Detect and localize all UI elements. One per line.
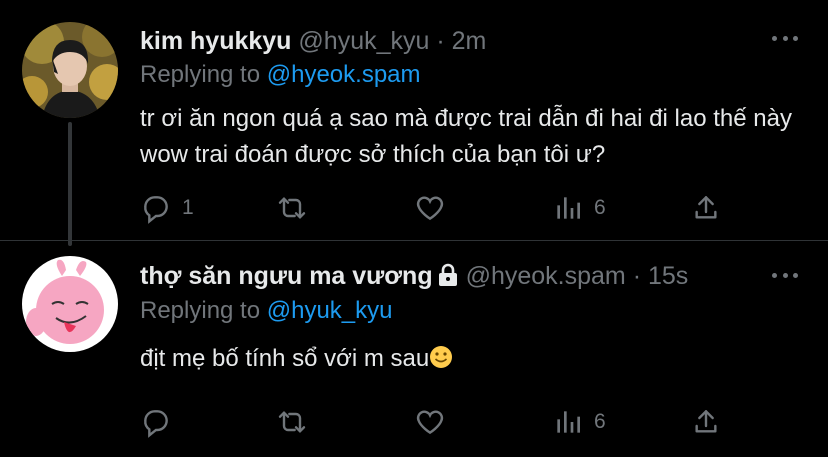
reply-icon: [144, 410, 168, 438]
tweet-header: thợ săn ngưu ma vương @hyeok.spam · 15s: [140, 262, 688, 294]
replying-to: Replying to @hyuk_kyu: [140, 297, 393, 325]
avatar[interactable]: [22, 256, 118, 352]
more-icon[interactable]: [772, 270, 798, 280]
view-count: 6: [594, 196, 606, 219]
tweet-text-wrapper: địt mẹ bố tính sổ với m sau: [140, 341, 453, 380]
replying-to-label: Replying to: [140, 297, 261, 324]
thread-line: [68, 122, 72, 246]
replying-to-label: Replying to: [140, 61, 261, 88]
tweet-text: địt mẹ bố tính sổ với m sau: [140, 345, 430, 372]
tweet-header: kim hyukkyu @hyuk_kyu · 2m: [140, 27, 486, 56]
heart-icon: [416, 196, 444, 221]
share-button[interactable]: [690, 404, 722, 440]
display-name[interactable]: thợ săn ngưu ma vương: [140, 262, 433, 290]
views-icon: [557, 411, 580, 433]
share-icon: [695, 196, 717, 219]
handle[interactable]: @hyuk_kyu: [298, 27, 429, 55]
share-icon: [695, 410, 717, 433]
lock-icon: [437, 263, 459, 294]
avatar[interactable]: [22, 22, 118, 118]
retweet-button[interactable]: [276, 190, 318, 226]
tweet[interactable]: thợ săn ngưu ma vương @hyeok.spam · 15s …: [0, 240, 828, 457]
tweet-text: tr ơi ăn ngon quá ạ sao mà được trai dẫn…: [140, 105, 792, 168]
reply-button[interactable]: 1: [140, 190, 194, 226]
action-bar: 6: [140, 404, 730, 440]
slightly-smiling-face-emoji: [429, 344, 453, 380]
mention-link[interactable]: @hyeok.spam: [267, 61, 421, 88]
view-count: 6: [594, 410, 606, 433]
retweet-icon: [278, 197, 306, 219]
timestamp[interactable]: · 2m: [436, 27, 486, 55]
reply-count: 1: [182, 196, 194, 219]
like-button[interactable]: [414, 190, 456, 226]
share-button[interactable]: [690, 190, 722, 226]
display-name[interactable]: kim hyukkyu: [140, 27, 291, 55]
handle[interactable]: @hyeok.spam: [466, 262, 626, 290]
mention-link[interactable]: @hyuk_kyu: [267, 297, 393, 324]
heart-icon: [416, 410, 444, 435]
like-button[interactable]: [414, 404, 456, 440]
replying-to: Replying to @hyeok.spam: [140, 61, 421, 89]
views-button[interactable]: 6: [552, 190, 606, 226]
action-bar: 1 6: [140, 190, 730, 226]
timestamp[interactable]: · 15s: [633, 262, 689, 290]
views-button[interactable]: 6: [552, 404, 606, 440]
retweet-icon: [278, 411, 306, 433]
views-icon: [557, 197, 580, 219]
retweet-button[interactable]: [276, 404, 318, 440]
reply-icon: [144, 196, 168, 224]
tweet[interactable]: kim hyukkyu @hyuk_kyu · 2m Replying to @…: [0, 0, 828, 246]
more-icon[interactable]: [772, 33, 798, 43]
reply-button[interactable]: [140, 404, 182, 440]
